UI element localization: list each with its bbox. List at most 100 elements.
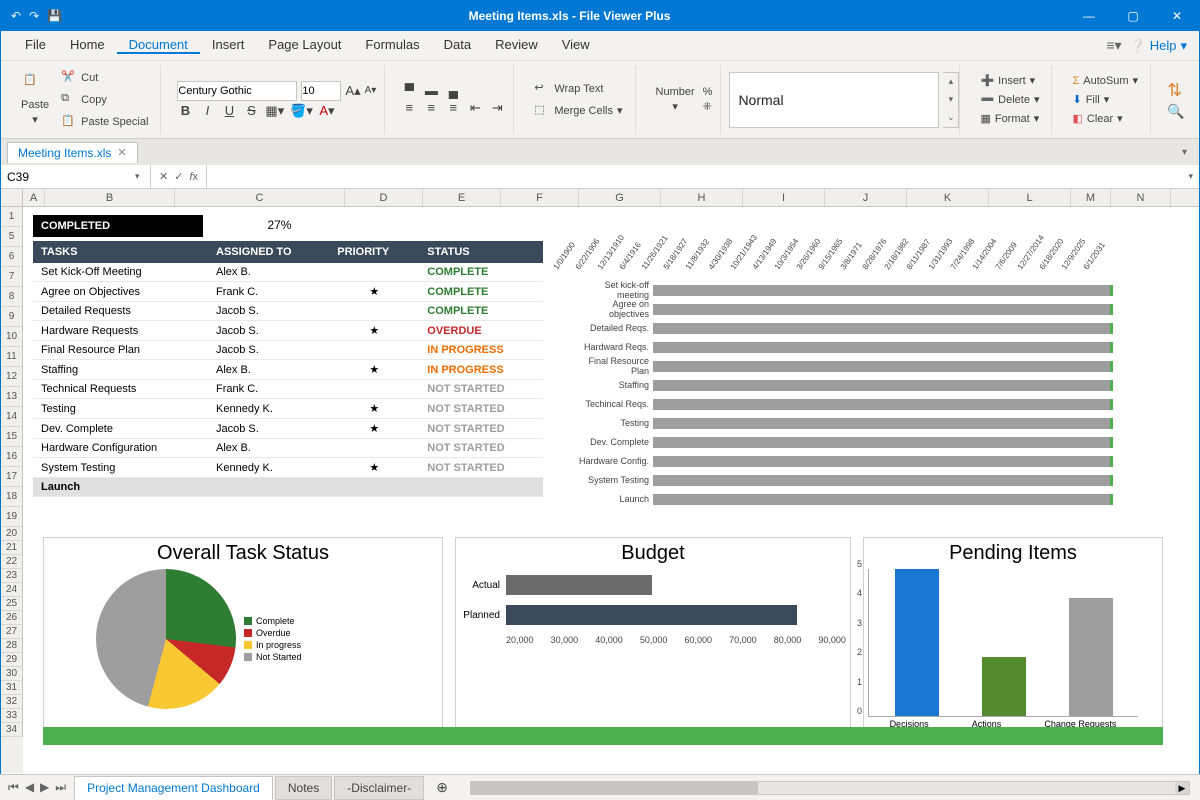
fill-button[interactable]: ⬇Fill▾ bbox=[1068, 91, 1113, 108]
filetab-chevron-icon[interactable]: ▾ bbox=[1176, 147, 1193, 158]
menu-page-layout[interactable]: Page Layout bbox=[256, 37, 353, 52]
strikethrough-button[interactable]: S bbox=[243, 103, 259, 119]
font-color-button[interactable]: A▾ bbox=[319, 103, 335, 119]
menu-view[interactable]: View bbox=[550, 37, 602, 52]
find-icon[interactable]: 🔍 bbox=[1167, 103, 1184, 120]
clear-button[interactable]: ◧Clear▾ bbox=[1068, 110, 1126, 127]
task-row[interactable]: Detailed RequestsJacob S.COMPLETE bbox=[33, 302, 543, 321]
sheet-tab[interactable]: Project Management Dashboard bbox=[74, 776, 273, 800]
style-down-icon[interactable]: ▾ bbox=[943, 94, 958, 105]
row-header[interactable]: 22 bbox=[1, 555, 23, 569]
minimize-button[interactable]: — bbox=[1067, 1, 1111, 31]
menu-insert[interactable]: Insert bbox=[200, 37, 257, 52]
row-header[interactable]: 21 bbox=[1, 541, 23, 555]
sheet-nav-last-icon[interactable]: ⏭ bbox=[53, 780, 68, 795]
row-headers[interactable]: 1567891011121314151617181920212223242526… bbox=[1, 207, 23, 773]
col-header[interactable]: I bbox=[743, 189, 825, 206]
close-button[interactable]: ✕ bbox=[1155, 1, 1199, 31]
col-header[interactable]: N bbox=[1111, 189, 1171, 206]
scroll-thumb[interactable] bbox=[471, 782, 758, 794]
row-header[interactable]: 5 bbox=[1, 227, 23, 247]
formula-input[interactable] bbox=[207, 170, 1182, 184]
sheet-tab[interactable]: Notes bbox=[275, 776, 332, 800]
task-row[interactable]: Set Kick-Off MeetingAlex B.COMPLETE bbox=[33, 263, 543, 282]
file-tab[interactable]: Meeting Items.xls✕ bbox=[7, 142, 138, 163]
row-header[interactable]: 16 bbox=[1, 447, 23, 467]
row-header[interactable]: 28 bbox=[1, 639, 23, 653]
task-row[interactable]: Dev. CompleteJacob S.★NOT STARTED bbox=[33, 419, 543, 439]
task-row[interactable]: Hardware RequestsJacob S.★OVERDUE bbox=[33, 321, 543, 341]
font-name-select[interactable] bbox=[177, 81, 297, 101]
row-header[interactable]: 18 bbox=[1, 487, 23, 507]
row-header[interactable]: 1 bbox=[1, 207, 23, 227]
increase-font-icon[interactable]: A▴ bbox=[345, 83, 360, 99]
task-row[interactable]: Final Resource PlanJacob S.IN PROGRESS bbox=[33, 341, 543, 360]
autosum-button[interactable]: ΣAutoSum▾ bbox=[1068, 72, 1142, 89]
col-header[interactable]: B bbox=[45, 189, 175, 206]
save-icon[interactable]: 💾 bbox=[47, 9, 62, 23]
redo-icon[interactable]: ↷ bbox=[29, 9, 39, 23]
menu-formulas[interactable]: Formulas bbox=[353, 37, 431, 52]
row-header[interactable]: 32 bbox=[1, 695, 23, 709]
sheet-nav-first-icon[interactable]: ⏮ bbox=[6, 780, 21, 795]
sheet-nav-next-icon[interactable]: ▶ bbox=[38, 780, 51, 795]
underline-button[interactable]: U bbox=[221, 103, 237, 119]
sheet-tab[interactable]: -Disclaimer- bbox=[334, 776, 424, 800]
row-header[interactable]: 33 bbox=[1, 709, 23, 723]
fx-icon[interactable]: fx bbox=[189, 171, 198, 183]
comma-style-icon[interactable]: ⁜ bbox=[703, 100, 713, 113]
style-more-icon[interactable]: ⌄ bbox=[943, 112, 958, 123]
wrap-text-button[interactable]: ↩Wrap Text bbox=[530, 79, 607, 99]
formula-expand-icon[interactable]: ▾ bbox=[1182, 171, 1199, 182]
worksheet[interactable]: COMPLETED 27% TASKSASSIGNED TOPRIORITYST… bbox=[23, 207, 1199, 773]
bold-button[interactable]: B bbox=[177, 103, 193, 119]
close-tab-icon[interactable]: ✕ bbox=[117, 146, 126, 159]
align-top-icon[interactable]: ▀ bbox=[401, 83, 417, 98]
scroll-right-icon[interactable]: ▶ bbox=[1175, 782, 1189, 794]
row-header[interactable]: 13 bbox=[1, 387, 23, 407]
horizontal-scrollbar[interactable]: ◀ ▶ bbox=[470, 781, 1190, 795]
col-header[interactable]: F bbox=[501, 189, 579, 206]
align-middle-icon[interactable]: ▬ bbox=[423, 83, 439, 98]
menu-data[interactable]: Data bbox=[432, 37, 483, 52]
row-header[interactable]: 26 bbox=[1, 611, 23, 625]
row-header[interactable]: 29 bbox=[1, 653, 23, 667]
insert-cells-button[interactable]: ➕Insert▾ bbox=[976, 72, 1039, 89]
fill-color-button[interactable]: 🪣▾ bbox=[290, 103, 313, 119]
sort-filter-icon[interactable]: ⇅ bbox=[1167, 80, 1182, 101]
merge-cells-button[interactable]: ⬚Merge Cells▾ bbox=[530, 101, 626, 121]
align-right-icon[interactable]: ≡ bbox=[445, 100, 461, 116]
task-row[interactable]: Hardware ConfigurationAlex B.NOT STARTED bbox=[33, 439, 543, 458]
menu-home[interactable]: Home bbox=[58, 37, 117, 52]
row-header[interactable]: 27 bbox=[1, 625, 23, 639]
row-header[interactable]: 6 bbox=[1, 247, 23, 267]
row-header[interactable]: 9 bbox=[1, 307, 23, 327]
row-header[interactable]: 12 bbox=[1, 367, 23, 387]
menu-review[interactable]: Review bbox=[483, 37, 550, 52]
borders-button[interactable]: ▦▾ bbox=[265, 103, 284, 119]
style-up-icon[interactable]: ▴ bbox=[943, 76, 958, 87]
col-header[interactable]: E bbox=[423, 189, 501, 206]
column-headers[interactable]: ABCDEFGHIJKLMN bbox=[1, 189, 1199, 207]
row-header[interactable]: 31 bbox=[1, 681, 23, 695]
decrease-font-icon[interactable]: A▾ bbox=[365, 85, 377, 96]
cut-button[interactable]: ✂️Cut bbox=[57, 68, 152, 88]
undo-icon[interactable]: ↶ bbox=[11, 9, 21, 23]
col-header[interactable]: L bbox=[989, 189, 1071, 206]
align-center-icon[interactable]: ≡ bbox=[423, 100, 439, 116]
row-header[interactable]: 20 bbox=[1, 527, 23, 541]
task-row[interactable]: System TestingKennedy K.★NOT STARTED bbox=[33, 458, 543, 478]
row-header[interactable]: 24 bbox=[1, 583, 23, 597]
row-header[interactable]: 11 bbox=[1, 347, 23, 367]
row-header[interactable]: 19 bbox=[1, 507, 23, 527]
row-header[interactable]: 30 bbox=[1, 667, 23, 681]
task-row[interactable]: Technical RequestsFrank C.NOT STARTED bbox=[33, 380, 543, 399]
help-button[interactable]: ❔ Help ▾ bbox=[1130, 38, 1187, 54]
number-format-button[interactable]: Number▾ bbox=[652, 86, 699, 113]
add-sheet-button[interactable]: ⊕ bbox=[424, 775, 460, 800]
task-row-launch[interactable]: Launch bbox=[33, 478, 543, 497]
row-header[interactable]: 25 bbox=[1, 597, 23, 611]
align-bottom-icon[interactable]: ▄ bbox=[445, 83, 461, 98]
col-header[interactable]: M bbox=[1071, 189, 1111, 206]
task-row[interactable]: Agree on ObjectivesFrank C.★COMPLETE bbox=[33, 282, 543, 302]
